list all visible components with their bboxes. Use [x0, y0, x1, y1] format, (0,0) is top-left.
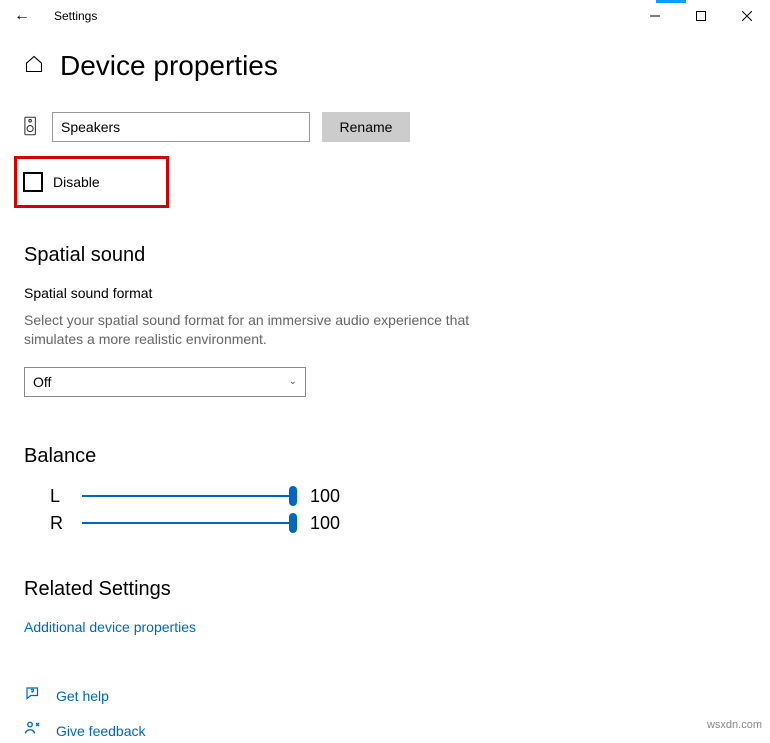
spatial-format-label: Spatial sound format: [24, 285, 746, 301]
minimize-button[interactable]: [632, 0, 678, 32]
rename-button[interactable]: Rename: [322, 112, 410, 142]
dropdown-selected: Off: [33, 374, 51, 390]
balance-heading: Balance: [24, 445, 746, 468]
feedback-icon: [24, 720, 42, 743]
content-area: Device properties Rename Disable Spatial…: [0, 32, 770, 743]
app-title: Settings: [54, 9, 97, 23]
disable-label: Disable: [53, 174, 100, 190]
balance-left-letter: L: [50, 486, 64, 507]
home-icon[interactable]: [24, 54, 44, 79]
spatial-format-dropdown[interactable]: Off ⌄: [24, 367, 306, 397]
chevron-down-icon: ⌄: [289, 376, 297, 387]
disable-highlight-box: Disable: [14, 156, 169, 208]
maximize-button[interactable]: [678, 0, 724, 32]
additional-properties-link[interactable]: Additional device properties: [24, 619, 196, 635]
balance-left-row: L 100: [50, 486, 746, 507]
balance-right-letter: R: [50, 513, 64, 534]
titlebar-left: ← Settings: [8, 3, 97, 29]
window-controls: [632, 0, 770, 32]
titlebar: ← Settings: [0, 0, 770, 32]
balance-right-slider[interactable]: [82, 522, 292, 524]
spatial-sound-heading: Spatial sound: [24, 244, 746, 267]
get-help-row: Get help: [24, 685, 746, 708]
page-header: Device properties: [24, 50, 746, 82]
speaker-icon: [24, 114, 40, 141]
accent-bar: [656, 0, 686, 3]
slider-thumb[interactable]: [289, 486, 297, 506]
device-name-row: Rename: [24, 112, 746, 142]
related-settings-heading: Related Settings: [24, 578, 746, 601]
page-title: Device properties: [60, 50, 278, 82]
balance-block: L 100 R 100: [24, 486, 746, 534]
slider-thumb[interactable]: [289, 513, 297, 533]
disable-checkbox[interactable]: [23, 172, 43, 192]
balance-left-value: 100: [310, 486, 340, 507]
back-arrow-icon[interactable]: ←: [8, 3, 36, 29]
balance-left-slider[interactable]: [82, 495, 292, 497]
close-button[interactable]: [724, 0, 770, 32]
device-name-input[interactable]: [52, 112, 310, 142]
balance-right-row: R 100: [50, 513, 746, 534]
give-feedback-row: Give feedback: [24, 720, 746, 743]
help-icon: [24, 685, 42, 708]
watermark: wsxdn.com: [707, 719, 762, 731]
balance-right-value: 100: [310, 513, 340, 534]
get-help-link[interactable]: Get help: [56, 688, 109, 704]
spatial-description: Select your spatial sound format for an …: [24, 311, 484, 349]
